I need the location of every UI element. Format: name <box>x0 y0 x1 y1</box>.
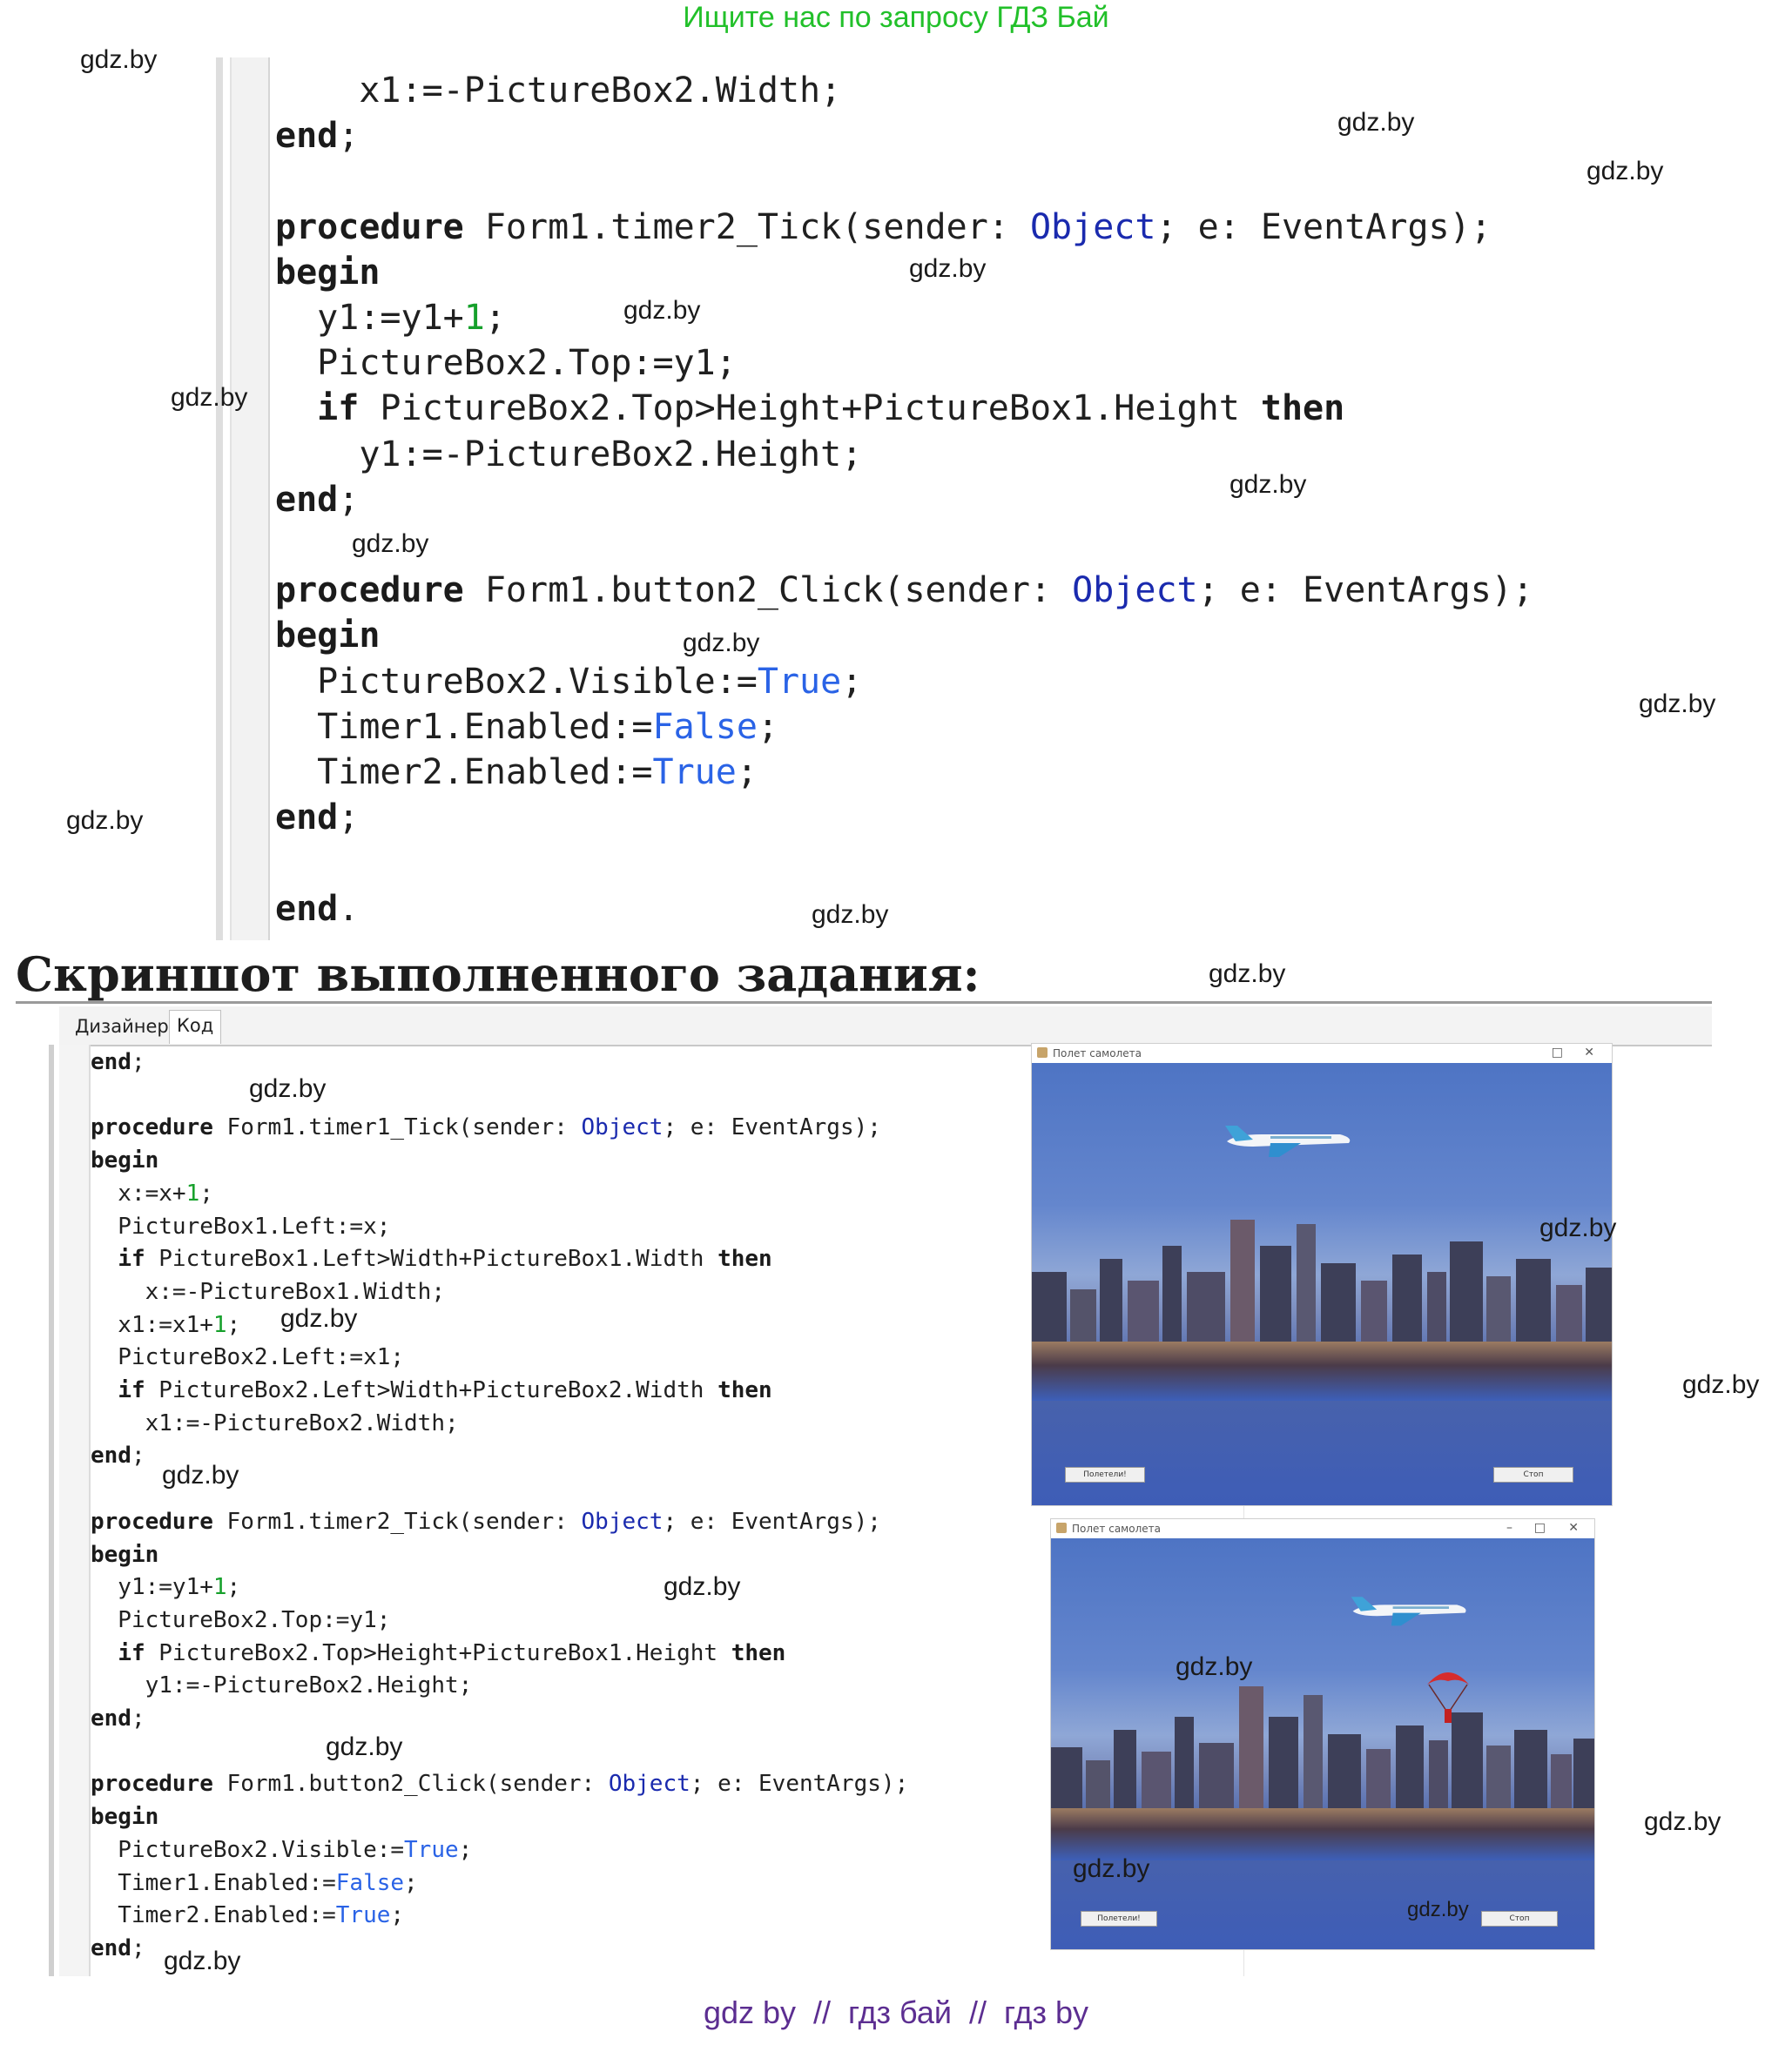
stop-button[interactable]: Стоп <box>1481 1911 1558 1927</box>
watermark: gdz.by <box>1407 1898 1469 1921</box>
picturebox-scene: Полетели! Стоп <box>1051 1538 1594 1949</box>
city-skyline <box>1032 1211 1612 1342</box>
app-window-1: Полет самолета □ ✕ Полетели! Стоп <box>1031 1043 1613 1506</box>
watermark: gdz.by <box>1587 157 1664 185</box>
close-icon[interactable]: ✕ <box>1584 1045 1594 1060</box>
water-reflection <box>1032 1342 1612 1401</box>
app-icon <box>1056 1523 1067 1533</box>
title-bar: Полет самолета □ ✕ <box>1032 1044 1612 1063</box>
watermark: gdz.by <box>1229 470 1307 499</box>
watermark: gdz.by <box>909 254 987 283</box>
close-icon[interactable]: ✕ <box>1568 1520 1579 1536</box>
watermark: gdz.by <box>1073 1854 1150 1883</box>
watermark: gdz.by <box>1176 1652 1253 1681</box>
airplane-icon <box>1351 1597 1466 1626</box>
maximize-icon[interactable]: □ <box>1552 1045 1563 1060</box>
window-title: Полет самолета <box>1072 1523 1161 1535</box>
watermark: gdz.by <box>1337 108 1415 137</box>
watermark: gdz.by <box>66 806 144 835</box>
code-editor-zoomed: x1:=-PictureBox2.Width; end; procedure F… <box>216 57 1539 940</box>
watermark: gdz.by <box>623 296 701 325</box>
watermark: gdz.by <box>1644 1807 1721 1836</box>
app-window-2: Полет самолета – □ ✕ Полетели! Стоп <box>1050 1518 1595 1950</box>
watermark: gdz.by <box>171 383 248 412</box>
top-banner: Ищите нас по запросу ГДЗ Бай <box>683 1 1109 34</box>
picturebox-scene: Полетели! Стоп <box>1032 1063 1612 1505</box>
watermark: gdz.by <box>164 1947 241 1975</box>
tab-designer[interactable]: Дизайнер <box>68 1012 176 1041</box>
section-title: Скриншот выполненного задания: <box>16 946 980 1002</box>
tab-code[interactable]: Код <box>169 1010 222 1044</box>
watermark: gdz.by <box>80 45 158 74</box>
minimize-icon[interactable]: – <box>1506 1520 1512 1536</box>
watermark: gdz.by <box>1539 1214 1617 1242</box>
window-title: Полет самолета <box>1053 1047 1142 1059</box>
fly-button[interactable]: Полетели! <box>1081 1911 1157 1927</box>
watermark: gdz.by <box>162 1461 239 1490</box>
code-listing-zoomed: x1:=-PictureBox2.Width; end; procedure F… <box>275 71 1533 929</box>
watermark: gdz.by <box>326 1732 403 1761</box>
stop-button[interactable]: Стоп <box>1493 1467 1573 1483</box>
watermark: gdz.by <box>352 529 429 558</box>
title-bar: Полет самолета – □ ✕ <box>1051 1519 1594 1538</box>
fly-button[interactable]: Полетели! <box>1065 1467 1145 1483</box>
footer-links: gdz by // гдз бай // гдз by <box>703 1995 1089 2030</box>
watermark: gdz.by <box>1209 959 1286 988</box>
watermark: gdz.by <box>249 1074 327 1103</box>
editor-gutter <box>216 57 223 940</box>
app-icon <box>1037 1047 1048 1058</box>
editor-margin <box>230 57 270 940</box>
code-listing: end; procedure Form1.timer1_Tick(sender:… <box>91 1049 909 1961</box>
airplane-icon <box>1225 1126 1351 1157</box>
watermark: gdz.by <box>812 900 889 929</box>
editor-tabs-bar <box>59 1006 1712 1046</box>
watermark: gdz.by <box>683 629 760 657</box>
watermark: gdz.by <box>1682 1370 1760 1399</box>
maximize-icon[interactable]: □ <box>1534 1520 1546 1536</box>
watermark: gdz.by <box>664 1572 741 1601</box>
water-reflection <box>1051 1808 1594 1860</box>
watermark: gdz.by <box>1639 690 1716 718</box>
watermark: gdz.by <box>280 1304 358 1333</box>
city-skyline <box>1051 1678 1594 1808</box>
